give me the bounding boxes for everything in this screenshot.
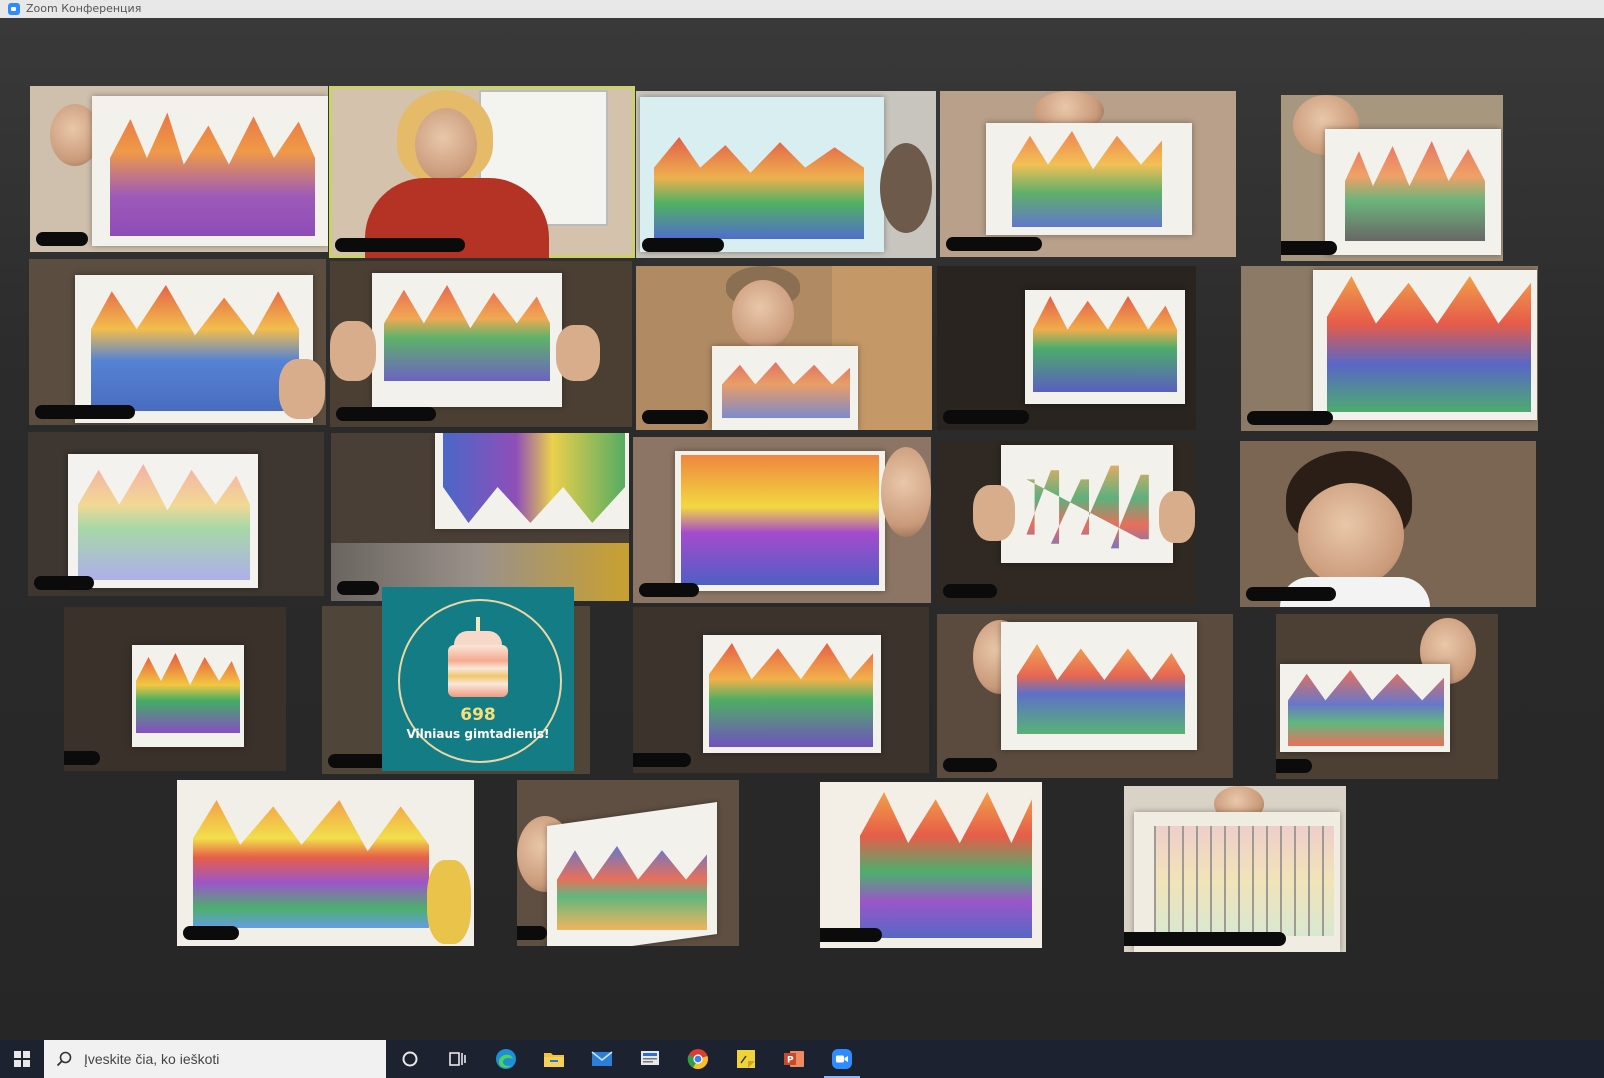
participant-name-tag [35, 405, 135, 419]
video-tile[interactable] [633, 437, 931, 603]
windows-logo-icon [14, 1051, 30, 1067]
video-tile[interactable] [29, 259, 326, 425]
video-tile[interactable] [633, 607, 929, 773]
video-tile[interactable] [1240, 441, 1536, 607]
participant-name-tag [1247, 411, 1333, 425]
zoom-window: Zoom Конференция 698 Vilniaus gimtadieni… [0, 0, 1604, 1078]
cake-number: 698 [460, 705, 496, 725]
svg-text:P: P [787, 1056, 794, 1066]
news-icon[interactable] [626, 1040, 674, 1078]
video-tile[interactable] [28, 432, 324, 596]
participant-name-tag [639, 583, 699, 597]
edge-icon[interactable] [482, 1040, 530, 1078]
cortana-icon[interactable] [386, 1040, 434, 1078]
participant-name-tag [517, 926, 547, 940]
participant-name-tag [943, 410, 1029, 424]
search-input[interactable] [82, 1050, 366, 1068]
participant-face [880, 143, 932, 233]
drawing [443, 433, 625, 523]
participant-face [881, 447, 931, 537]
title-bar: Zoom Конференция [0, 0, 1604, 18]
video-tile[interactable] [1241, 266, 1538, 431]
start-button[interactable] [0, 1040, 44, 1078]
participant-name-tag [328, 754, 390, 768]
participant-hand [556, 325, 600, 381]
participant-name-tag [183, 926, 239, 940]
participant-face [732, 280, 794, 348]
participant-hand [279, 359, 325, 419]
cake-bottom-tier [448, 645, 508, 697]
participant-name-tag [1124, 932, 1286, 946]
participant-face [415, 108, 477, 182]
task-view-icon[interactable] [434, 1040, 482, 1078]
video-tile[interactable] [820, 782, 1042, 948]
zoom-icon[interactable] [818, 1040, 866, 1078]
zoom-logo-icon [8, 3, 20, 15]
video-tile[interactable] [64, 607, 286, 771]
participant-name-tag [642, 238, 724, 252]
video-tile[interactable] [937, 266, 1196, 430]
video-tile[interactable] [30, 86, 328, 252]
participant-hand [973, 485, 1015, 541]
participant-face [1298, 483, 1404, 587]
video-tile[interactable] [1281, 95, 1503, 261]
participant-name-tag [337, 581, 379, 595]
powerpoint-icon[interactable]: P [770, 1040, 818, 1078]
file-explorer-icon[interactable] [530, 1040, 578, 1078]
participant-name-tag [1276, 759, 1312, 773]
video-tile[interactable] [636, 266, 932, 430]
participant-hand [330, 321, 376, 381]
cake-caption: Vilniaus gimtadienis! [406, 727, 550, 741]
participant-name-tag [34, 576, 94, 590]
participant-name-tag [642, 410, 708, 424]
participant-name-tag [64, 751, 100, 765]
video-tile-active-speaker[interactable] [329, 86, 635, 258]
video-tile[interactable] [330, 261, 632, 427]
participant-name-tag [336, 407, 436, 421]
participant-hand [427, 860, 471, 944]
video-tile[interactable] [940, 91, 1236, 257]
video-tile[interactable] [1124, 786, 1346, 952]
drawing [1154, 826, 1334, 936]
video-tile[interactable] [937, 614, 1233, 778]
video-tile[interactable] [1276, 614, 1498, 779]
video-tile[interactable] [177, 780, 474, 946]
taskbar-search-box[interactable] [44, 1040, 386, 1078]
participant-name-tag [1281, 241, 1337, 255]
video-tile[interactable] [517, 780, 739, 946]
drawing [681, 455, 879, 585]
participant-name-tag [633, 753, 691, 767]
windows-taskbar: P [0, 1040, 1604, 1078]
video-tile[interactable] [636, 91, 936, 258]
cake-overlay-tile: 698 Vilniaus gimtadienis! [382, 587, 574, 771]
participant-name-tag [820, 928, 882, 942]
sticky-notes-icon[interactable] [722, 1040, 770, 1078]
chrome-icon[interactable] [674, 1040, 722, 1078]
gallery-view: 698 Vilniaus gimtadienis! [0, 18, 1604, 1040]
mail-icon[interactable] [578, 1040, 626, 1078]
participant-name-tag [1246, 587, 1336, 601]
participant-name-tag [335, 238, 465, 252]
video-tile[interactable] [937, 441, 1196, 604]
participant-name-tag [36, 232, 88, 246]
video-tile[interactable] [331, 433, 629, 601]
window-title: Zoom Конференция [26, 2, 142, 15]
participant-name-tag [946, 237, 1042, 251]
participant-hand [1159, 491, 1195, 543]
participant-name-tag [943, 584, 997, 598]
search-icon [56, 1051, 72, 1067]
participant-name-tag [943, 758, 997, 772]
